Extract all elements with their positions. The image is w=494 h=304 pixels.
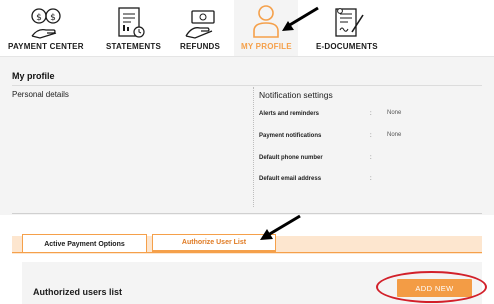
statement-document-icon [118,7,145,38]
section-divider [12,213,482,214]
nav-refunds[interactable]: REFUNDS [172,0,230,56]
notification-settings-heading: Notification settings [259,90,333,100]
refund-cash-icon [185,10,215,39]
person-icon [253,5,279,38]
tab-underline [12,252,482,253]
nav-label: REFUNDS [180,42,221,51]
highlight-circle [376,271,487,303]
colon-separator: : [370,111,372,117]
profile-panel: My profile Personal details Notification… [0,57,494,215]
nav-statements[interactable]: STATEMENTS [98,0,166,56]
dollar-coins-hand-icon: $ $ [31,8,61,39]
svg-text:$: $ [50,13,56,23]
notification-row-label: Alerts and reminders [259,111,320,117]
authorized-users-heading: Authorized users list [33,287,123,297]
annotation-arrow-icon [282,6,319,31]
column-divider [253,87,254,207]
page-title: My profile [12,71,55,81]
signed-document-icon [335,8,364,37]
notification-row-label: Default email address [259,176,322,182]
annotation-arrow-icon [260,214,301,240]
notification-row-value: None [387,110,402,116]
personal-details-heading: Personal details [12,90,69,99]
nav-label: PAYMENT CENTER [8,42,84,51]
title-divider [12,85,482,86]
colon-separator: : [370,176,372,182]
nav-payment-center[interactable]: $ $ PAYMENT CENTER [0,0,92,56]
tab-active-payment-options[interactable]: Active Payment Options [22,234,147,253]
colon-separator: : [370,155,372,161]
svg-text:$: $ [36,13,42,23]
top-navigation: $ $ PAYMENT CENTER STATEMENTS REFUNDS MY… [0,0,494,56]
notification-row-label: Default phone number [259,155,323,161]
colon-separator: : [370,133,372,139]
notification-row-value: None [387,132,402,138]
nav-label: MY PROFILE [241,42,292,51]
notification-row-label: Payment notifications [259,133,322,139]
nav-label: E-DOCUMENTS [316,42,378,51]
nav-label: STATEMENTS [106,42,162,51]
